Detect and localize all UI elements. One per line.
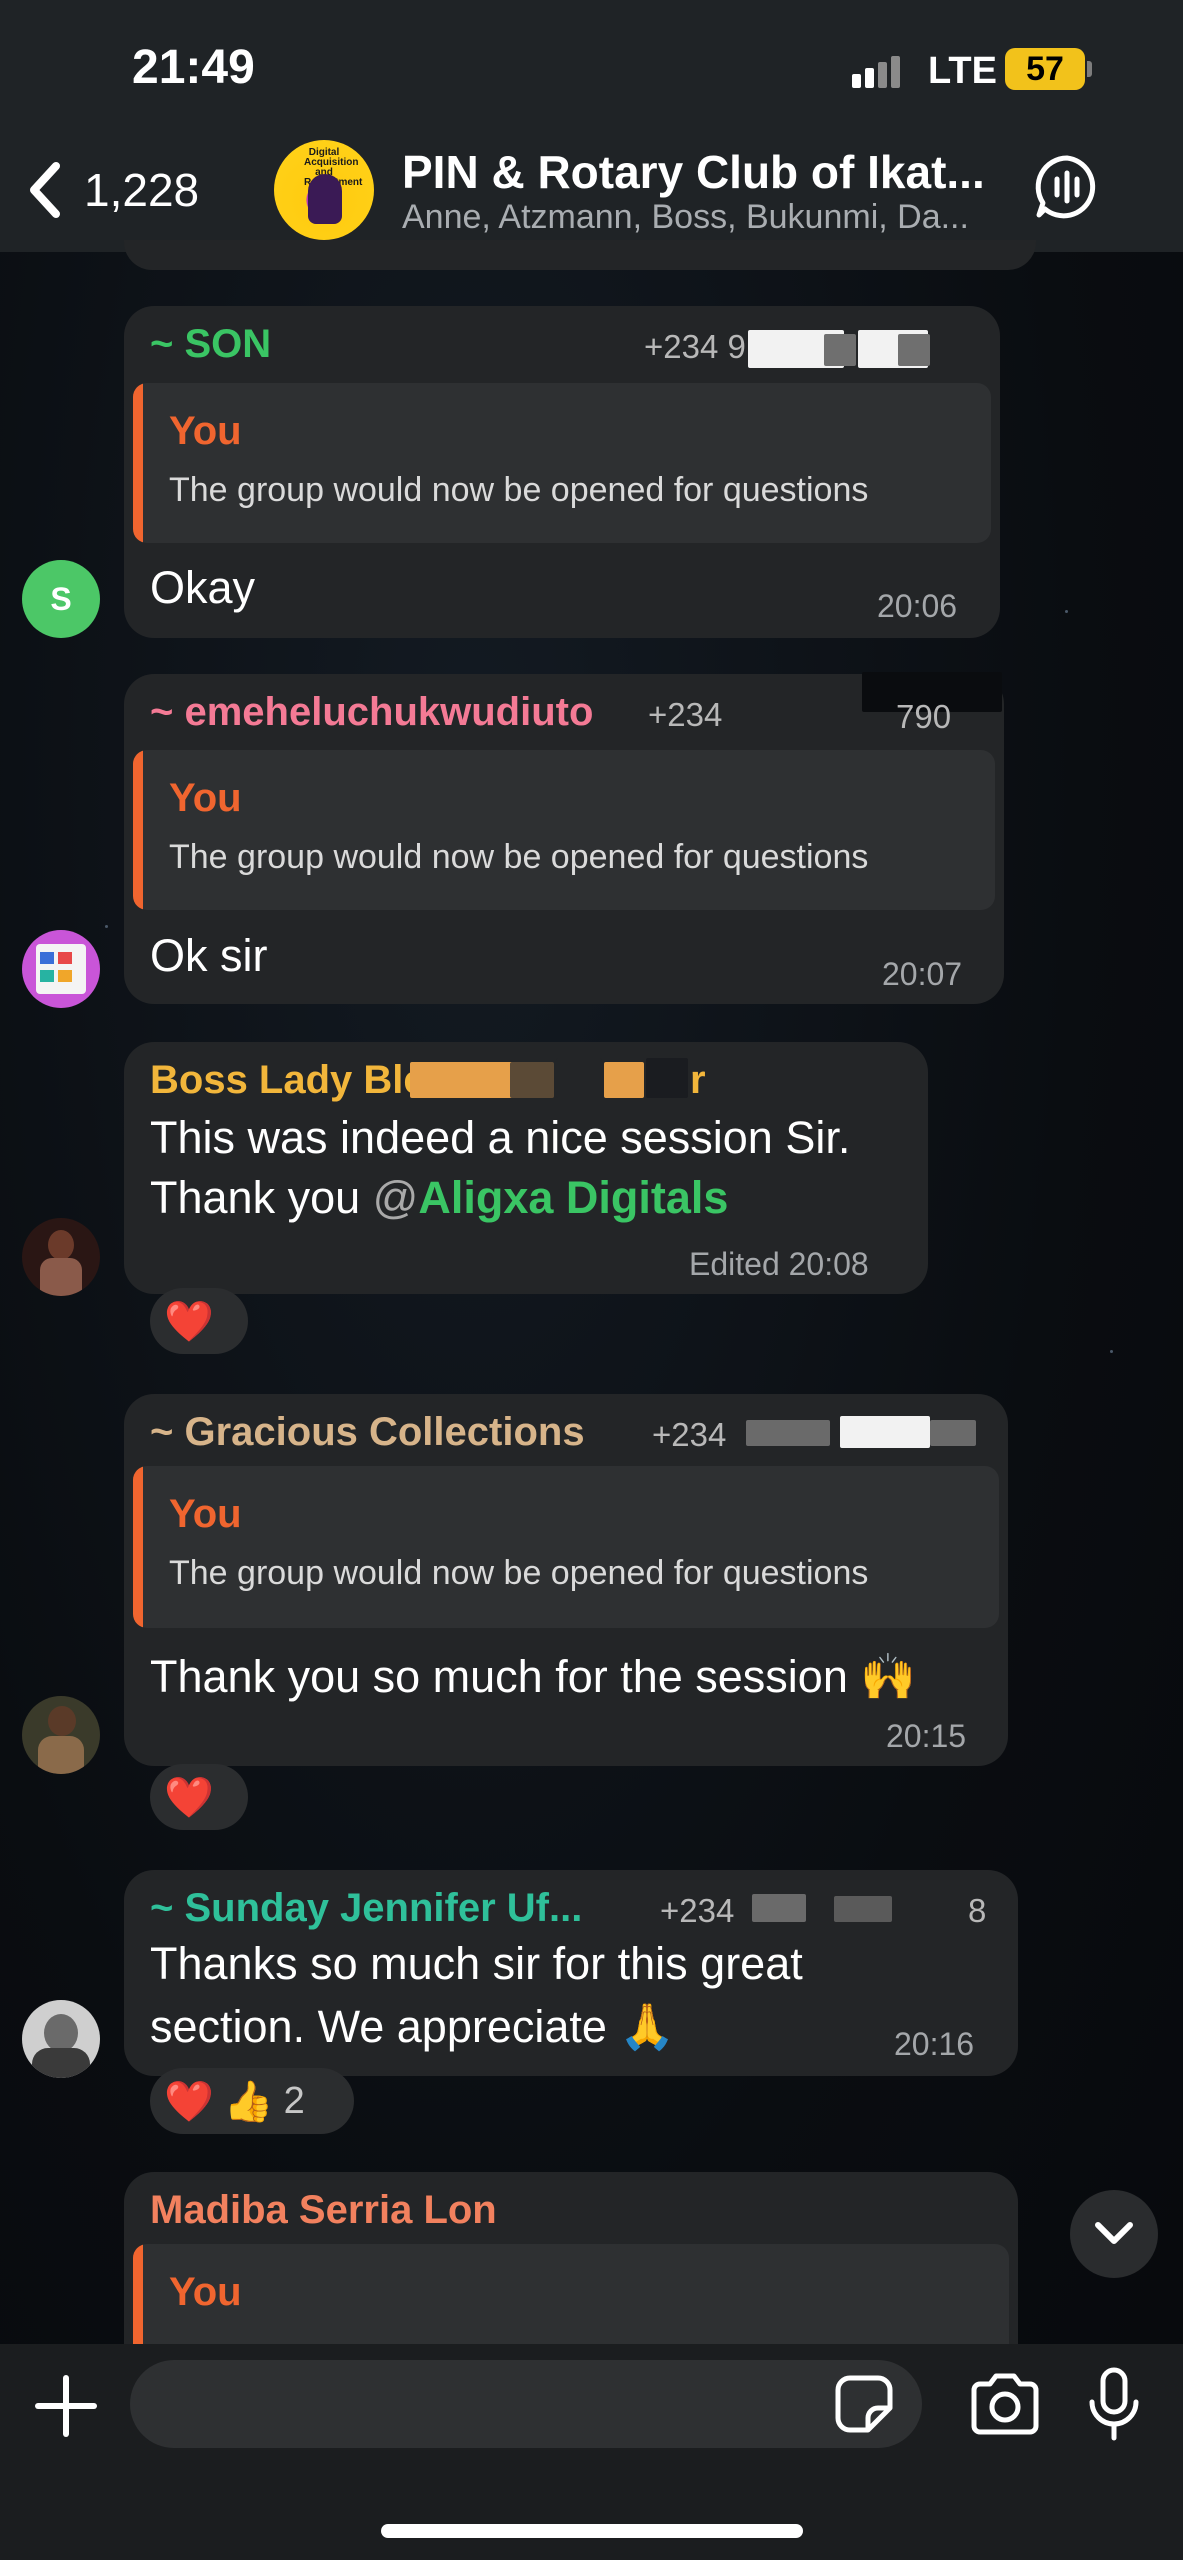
redaction [556,1058,602,1098]
heart-icon: ❤️ [164,1775,214,1820]
avatar[interactable] [22,2000,100,2078]
thumbs-up-icon: 👍 [223,2079,274,2124]
message-time: 20:06 [877,588,958,624]
sender-phone-tail: 8 [968,1892,987,1929]
reaction-pill[interactable]: ❤️ [150,1288,248,1354]
battery-icon: 57 [1005,48,1085,90]
sender-name-tail: r [690,1058,706,1102]
quote-text: The group would now be opened for questi… [169,838,869,876]
quote-author: You [169,409,242,453]
scroll-down-button[interactable] [1070,2190,1158,2278]
voice-chat-button[interactable] [1033,153,1101,221]
status-time: 21:49 [132,41,255,94]
camera-icon [971,2373,1039,2435]
sticker-icon [835,2375,893,2433]
quote-author: You [169,776,242,820]
camera-button[interactable] [968,2372,1042,2436]
redaction [824,334,856,366]
sender-phone: +234 9 [644,328,746,365]
message-text: Thank you [150,1172,373,1223]
message-text: section. We appreciate 🙏 [150,2001,676,2052]
group-title[interactable]: PIN & Rotary Club of Ikat... [402,145,1002,199]
redaction [410,1062,514,1098]
quote-author: You [169,2270,242,2314]
heart-icon: ❤️ [164,1299,214,1344]
quote-author: You [169,1492,242,1536]
sender-phone: +234 [648,696,723,733]
reaction-pill[interactable]: ❤️ 👍 2 [150,2068,354,2134]
message-text: Ok sir [150,930,268,981]
signal-icon [852,56,904,88]
reply-quote[interactable]: You The group would now be opened for qu… [133,383,991,543]
message-text: Thanks so much sir for this great [150,1938,803,1989]
chevron-down-icon [1095,2222,1133,2244]
sender-phone-tail: 790 [896,698,952,735]
message-time: 20:07 [882,956,963,992]
message-time: Edited 20:08 [689,1246,869,1282]
message-time: 20:16 [894,2026,975,2062]
previous-message-bubble[interactable] [124,240,1036,270]
redaction [898,334,930,366]
message-text-line2: Thank you @Aligxa Digitals [150,1172,728,1224]
avatar-letter: S [50,580,72,617]
quote-text: The group would now be opened for questi… [169,1554,869,1592]
redaction [604,1062,644,1098]
avatar[interactable]: S [22,560,100,638]
network-label: LTE [928,50,997,92]
message-text: Okay [150,562,256,613]
redaction [646,1058,688,1098]
reply-quote[interactable]: You The group would now be opened for qu… [133,750,995,910]
back-chevron-icon [30,162,60,218]
sender-name[interactable]: Boss Lady Ble [150,1058,426,1103]
voice-chat-icon [1035,155,1096,219]
quote-text: The group would now be opened for questi… [169,471,869,509]
attach-button[interactable] [32,2372,100,2440]
sticker-button[interactable] [834,2374,894,2434]
back-button[interactable]: 1,228 [28,160,238,220]
sender-name[interactable]: ~ Gracious Collections [150,1410,585,1455]
avatar[interactable] [22,1218,100,1296]
message-input[interactable] [130,2360,922,2448]
avatar[interactable] [22,930,100,1008]
battery-cap [1087,61,1092,77]
home-indicator[interactable] [381,2524,803,2538]
sender-name[interactable]: Madiba Serria Lon [150,2188,497,2233]
redaction [834,1896,892,1922]
unread-count: 1,228 [84,164,200,216]
sender-name[interactable]: ~ Sunday Jennifer Uf... [150,1886,582,1931]
sender-phone: +234 [660,1892,735,1929]
mic-icon [1089,2367,1139,2441]
redaction [752,1894,806,1922]
sender-name[interactable]: ~ emeheluchukwudiuto [150,690,593,735]
message-text: Thank you so much for the session 🙌 [150,1651,917,1702]
sender-name[interactable]: ~ SON [150,322,271,367]
group-avatar[interactable]: Digital Acquisition and Recruitment [274,140,374,240]
sender-phone: +234 [652,1416,727,1453]
avatar[interactable] [22,1696,100,1774]
mention-at: @ [372,1172,419,1223]
redaction [510,1062,554,1098]
group-members[interactable]: Anne, Atzmann, Boss, Bukunmi, Da... [402,198,1022,237]
message-text: This was indeed a nice session Sir. [150,1112,851,1163]
reaction-pill[interactable]: ❤️ [150,1764,248,1830]
redaction [840,1416,930,1448]
redaction [746,1420,830,1446]
mention-link[interactable]: Aligxa Digitals [418,1172,728,1223]
redaction [930,1420,976,1446]
plus-icon [35,2375,97,2437]
mic-button[interactable] [1086,2366,1142,2442]
reply-quote[interactable]: You The group would now be opened for qu… [133,1466,999,1628]
message-time: 20:15 [886,1718,967,1754]
heart-icon: ❤️ [164,2079,214,2124]
reaction-count: 2 [283,2079,305,2122]
battery-level: 57 [1026,49,1064,88]
